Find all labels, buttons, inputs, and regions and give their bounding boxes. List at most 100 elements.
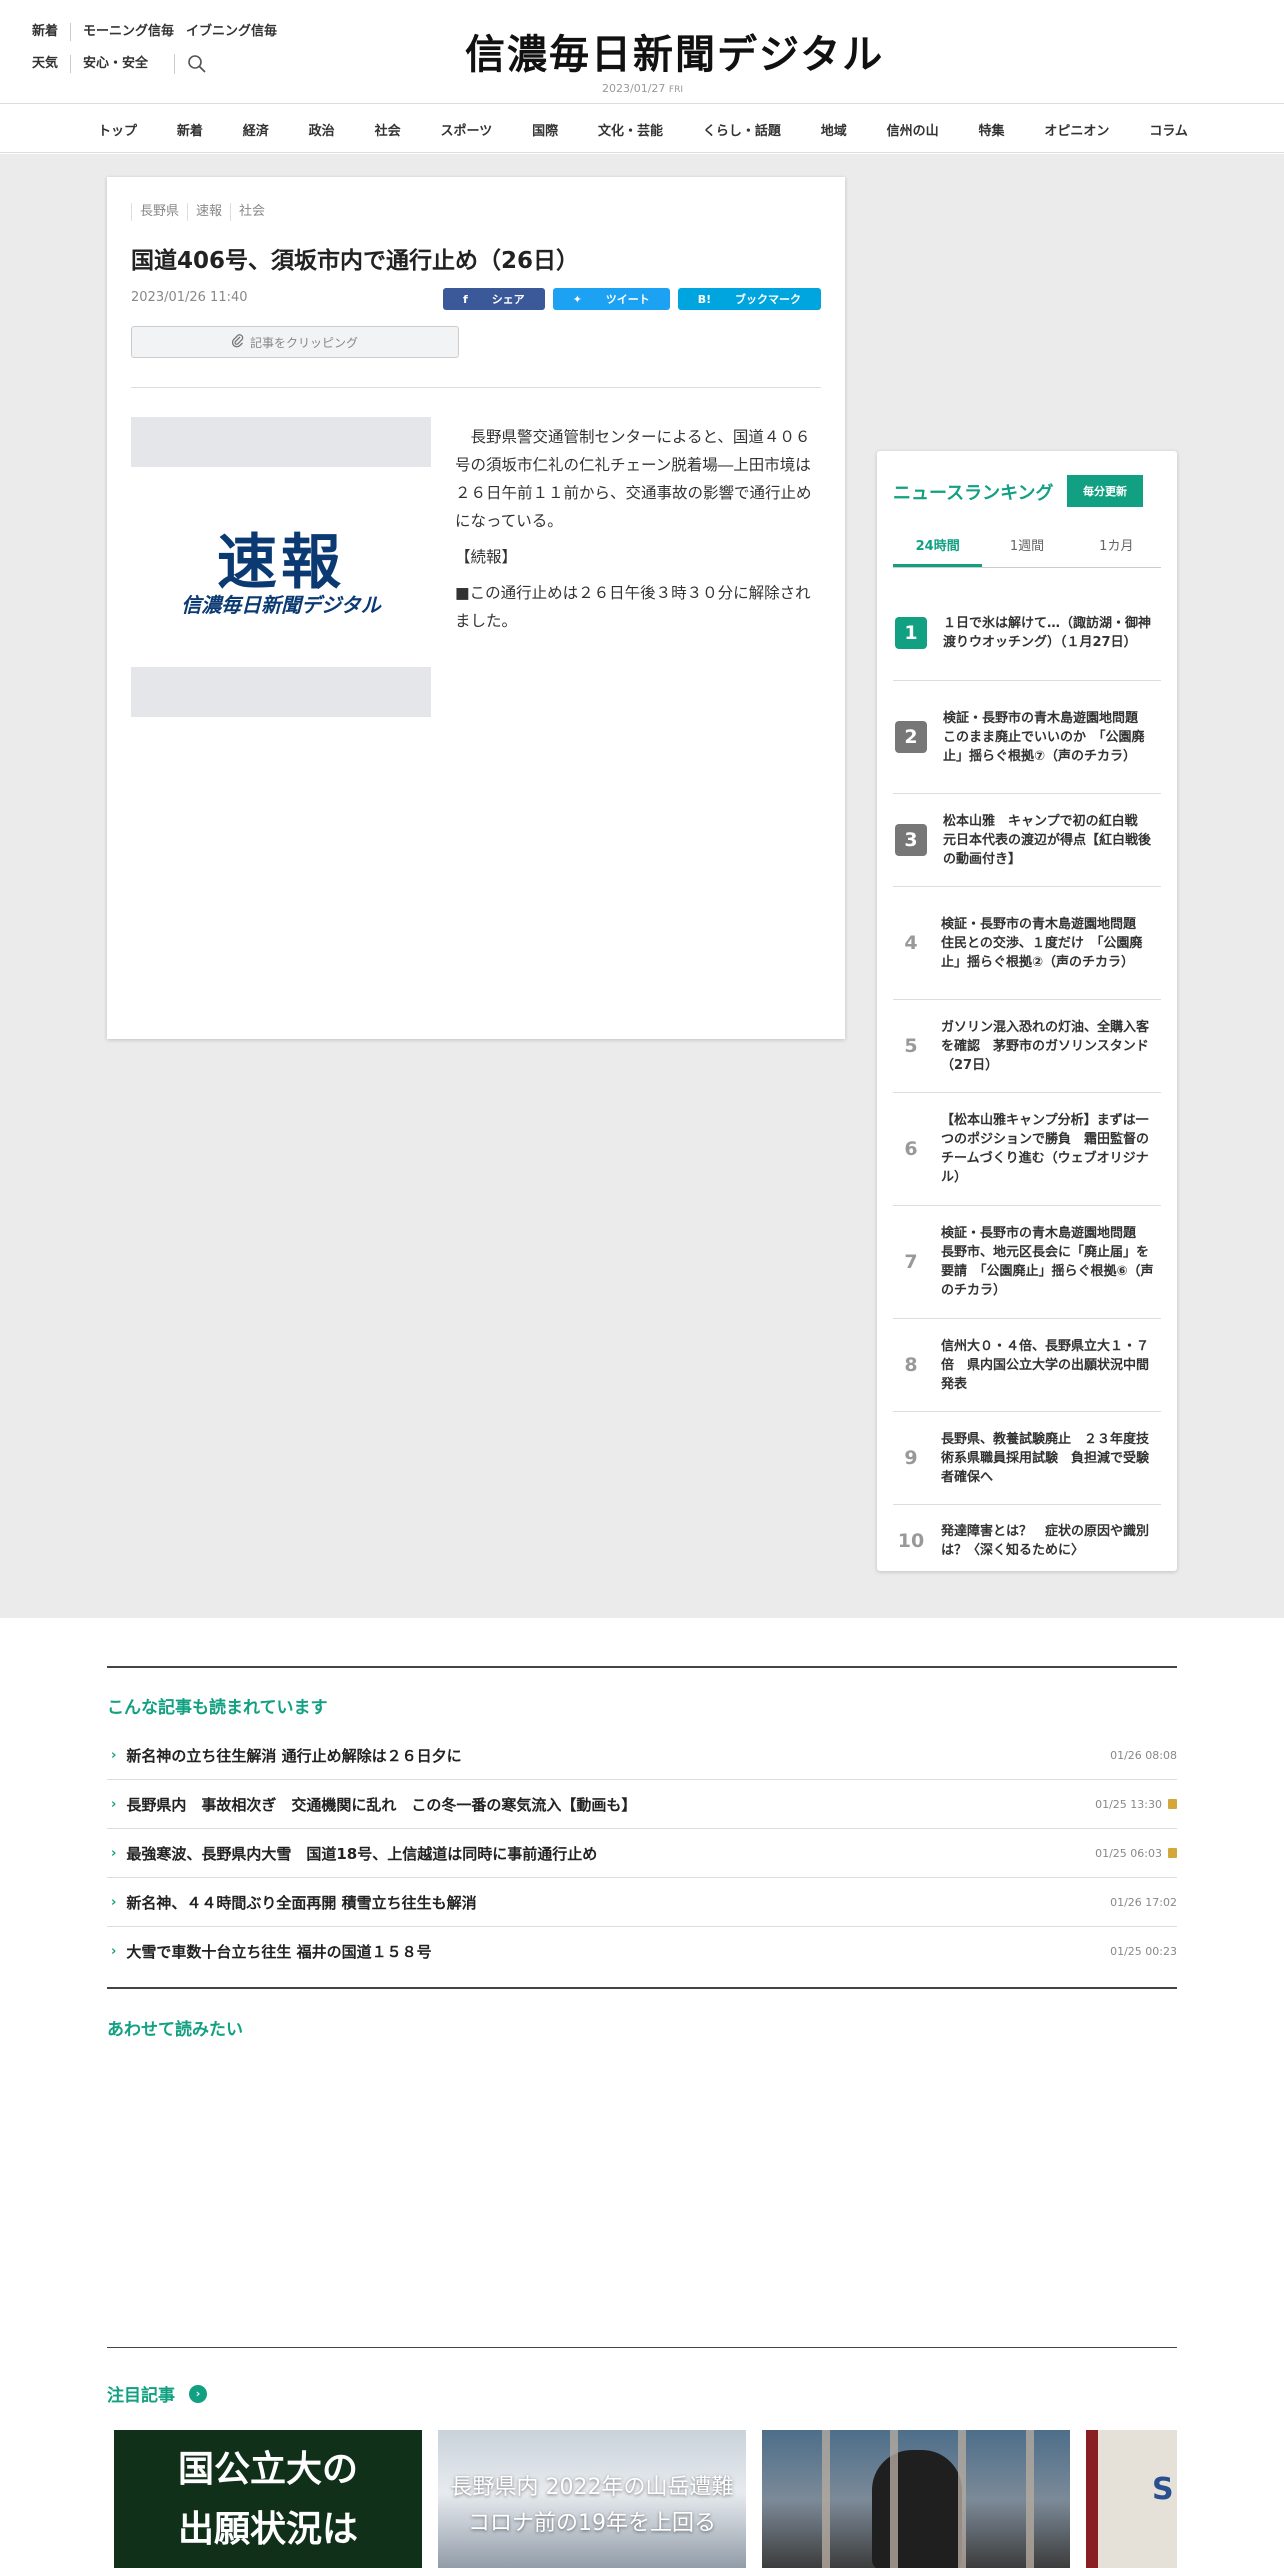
related-item[interactable]: › 大雪で車数十台立ち往生 福井の国道１５８号 01/25 00:23 [107,1927,1177,1976]
related-text: 長野県内 事故相次ぎ 交通機関に乱れ この冬一番の寒気流入【動画も】 [126,1795,637,1814]
nav-features[interactable]: 特集 [979,120,1005,139]
featured-title[interactable]: 注目記事 › [107,2381,207,2406]
card-image-strip [1086,2430,1098,2568]
ranking-text: 長野県、教養試験廃止 ２３年度技術系県職員採用試験 負担減で受験者確保へ [941,1431,1150,1485]
rank-number: 9 [904,1447,918,1469]
card-headline: 国公立大の 出願状況は [177,2449,358,2550]
related-date: 01/26 08:08 [1110,1748,1177,1762]
ranking-text: １日で氷は解けて…（諏訪湖・御神渡りウオッチング）（１月27日） [943,615,1152,650]
featured-title-text: 注目記事 [107,2386,175,2406]
ranking-item[interactable]: 4 検証・長野市の青木島遊園地問題 住民との交渉、１度だけ 「公園廃止」揺らぐ根… [893,887,1161,1000]
chevron-right-icon: › [111,1747,117,1763]
clip-label: 記事をクリッピング [249,335,358,350]
tag[interactable]: 社会 [230,203,273,221]
rank-number: 2 [895,721,927,753]
chevron-right-icon: › [111,1845,117,1861]
ranking-text: 【松本山雅キャンプ分析】まずは一つのポジションで勝負 霜田監督のチームづくり進む… [941,1113,1150,1185]
image-band-top [131,417,431,467]
facebook-share-button[interactable]: f シェア [443,288,545,310]
section-divider [107,1666,1177,1668]
rank-number: 3 [895,824,927,856]
paragraph: ■この通行止めは２６日午後３時３０分に解除されました。 [455,584,811,630]
featured-card[interactable] [762,2430,1070,2568]
related-item[interactable]: › 最強寒波、長野県内大雪 国道18号、上信越道は同時に事前通行止め 01/25 … [107,1829,1177,1878]
related-item[interactable]: › 新名神の立ち往生解消 通行止め解除は２６日夕に 01/26 08:08 [107,1731,1177,1780]
divider [131,387,821,388]
related-item[interactable]: › 長野県内 事故相次ぎ 交通機関に乱れ この冬一番の寒気流入【動画も】 01/2… [107,1780,1177,1829]
rank-number: 5 [904,1035,918,1057]
link-weather[interactable]: 天気 [32,55,70,73]
rank-number: 10 [897,1530,925,1552]
nav-region[interactable]: 地域 [821,120,847,139]
ranking-item[interactable]: 3 松本山雅 キャンプで初の紅白戦 元日本代表の渡辺が得点【紅白戦後の動画付き】 [893,794,1161,887]
ranking-item[interactable]: 5 ガソリン混入恐れの灯油、全購入客を確認 茅野市のガソリンスタンド（27日） [893,1000,1161,1093]
lock-icon [1168,1799,1177,1809]
related-text: 新名神の立ち往生解消 通行止め解除は２６日夕に [126,1746,462,1765]
nav-international[interactable]: 国際 [532,120,558,139]
tab-1month[interactable]: 1カ月 [1072,535,1161,567]
related-date: 01/26 17:02 [1110,1895,1177,1909]
nav-column[interactable]: コラム [1149,120,1188,139]
rank-number: 7 [904,1251,918,1273]
ranking-item[interactable]: 10 発達障害とは？ 症状の原因や識別は？〈深く知るために〉 [893,1505,1161,1577]
paragraph: 【続報】 [455,548,518,566]
nav-new[interactable]: 新着 [177,120,203,139]
site-logo[interactable]: 信濃毎日新聞デジタル 2023/01/27 FRI [465,22,882,95]
tab-1week[interactable]: 1週間 [982,535,1071,567]
paperclip-icon [231,333,244,351]
link-new[interactable]: 新着 [32,23,70,41]
related-title: こんな記事も読まれています [107,1698,328,1718]
section-divider [107,2347,1177,2348]
ranking-item[interactable]: 2 検証・長野市の青木島遊園地問題 このまま廃止でいいのか 「公園廃止」揺らぐ根… [893,681,1161,794]
featured-card[interactable]: 長野県内 2022年の山岳遭難 コロナ前の19年を上回る [438,2430,746,2568]
nav-economy[interactable]: 経済 [243,120,269,139]
tag[interactable]: 長野県 [131,203,187,221]
link-safety[interactable]: 安心・安全 [70,55,160,73]
ranking-item[interactable]: 9 長野県、教養試験廃止 ２３年度技術系県職員採用試験 負担減で受験者確保へ [893,1412,1161,1505]
nav-sports[interactable]: スポーツ [440,120,492,139]
article-image[interactable]: 速報 信濃毎日新聞デジタル [131,417,431,717]
ranking-text: 信州大０・４倍、長野県立大１・７倍 県内国公立大学の出願状況中間発表 [941,1338,1150,1392]
link-evening[interactable]: イブニング信毎 [186,23,289,41]
ranking-item[interactable]: 8 信州大０・４倍、長野県立大１・７倍 県内国公立大学の出願状況中間発表 [893,1319,1161,1412]
news-ranking: ニュースランキング 毎分更新 24時間 1週間 1カ月 1 １日で氷は解けて…（… [877,451,1177,1571]
hatena-bookmark-button[interactable]: B! ブックマーク [677,288,821,310]
nav-mountains[interactable]: 信州の山 [887,120,939,139]
link-morning[interactable]: モーニング信毎 [70,23,186,41]
ranking-text: ガソリン混入恐れの灯油、全購入客を確認 茅野市のガソリンスタンド（27日） [941,1019,1150,1073]
ranking-title: ニュースランキング [893,483,1054,504]
nav-culture[interactable]: 文化・芸能 [598,120,663,139]
card-image-fence [762,2430,1070,2568]
ranking-item[interactable]: 6 【松本山雅キャンプ分析】まずは一つのポジションで勝負 霜田監督のチームづくり… [893,1093,1161,1206]
related-text: 大雪で車数十台立ち往生 福井の国道１５８号 [126,1943,432,1961]
image-logo-text: 信濃毎日新聞デジタル [181,593,381,617]
chevron-right-icon: › [111,1894,117,1910]
chevron-right-icon: › [111,1796,117,1812]
lock-icon [1168,1848,1177,1858]
nav-politics[interactable]: 政治 [309,120,335,139]
featured-card[interactable]: 国公立大の 出願状況は [114,2430,422,2568]
update-badge: 毎分更新 [1067,475,1143,507]
facebook-icon: f [463,293,468,306]
featured-card[interactable]: S [1086,2430,1177,2568]
nav-society[interactable]: 社会 [375,120,401,139]
ranking-item[interactable]: 7 検証・長野市の青木島遊園地問題 長野市、地元区長会に「廃止届」を要請 「公園… [893,1206,1161,1319]
ranking-item[interactable]: 1 １日で氷は解けて…（諏訪湖・御神渡りウオッチング）（１月27日） [893,585,1161,681]
nav-opinion[interactable]: オピニオン [1044,120,1109,139]
related-date: 01/25 13:30 [1095,1798,1177,1811]
ranking-list: 1 １日で氷は解けて…（諏訪湖・御神渡りウオッチング）（１月27日） 2 検証・… [893,585,1161,1577]
rank-number: 8 [904,1354,918,1376]
ranking-tabs: 24時間 1週間 1カ月 [893,535,1161,568]
related-item[interactable]: › 新名神、４４時間ぶり全面再開 積雪立ち往生も解消 01/26 17:02 [107,1878,1177,1927]
tab-24h[interactable]: 24時間 [893,535,983,567]
nav-life[interactable]: くらし・話題 [703,120,781,139]
clip-article-button[interactable]: 記事をクリッピング [131,326,459,358]
tag[interactable]: 速報 [187,203,230,221]
twitter-icon: ✦ [572,293,582,306]
image-band-bottom [131,667,431,717]
twitter-share-button[interactable]: ✦ ツイート [552,288,670,310]
nav-top[interactable]: トップ [98,120,137,139]
search-icon[interactable] [174,54,206,74]
featured-carousel: 国公立大の 出願状況は 長野県内 2022年の山岳遭難 コロナ前の19年を上回る… [114,2430,1177,2568]
arrow-right-icon[interactable]: › [189,2384,207,2403]
